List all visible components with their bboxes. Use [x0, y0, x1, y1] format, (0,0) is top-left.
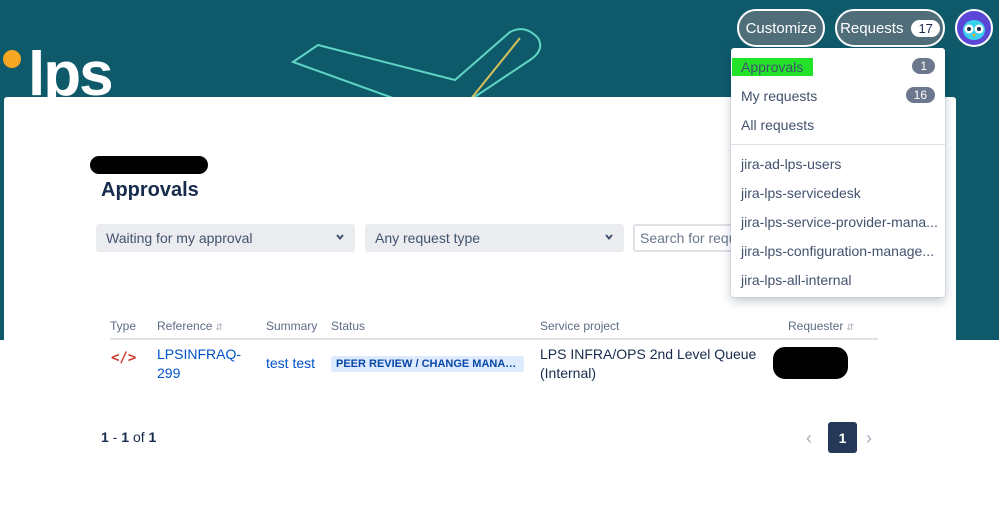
search-placeholder: Search for reque: [640, 230, 743, 246]
menu-item-group[interactable]: jira-lps-configuration-manage...: [731, 236, 945, 265]
column-header-summary: Summary: [266, 319, 318, 333]
page-title: Approvals: [101, 179, 199, 201]
current-page-button[interactable]: 1: [828, 422, 857, 453]
menu-item-label: jira-lps-servicedesk: [741, 184, 861, 201]
requests-count-badge: 17: [911, 19, 940, 37]
pagination-summary: 1 - 1 of 1: [101, 429, 157, 445]
menu-item-group[interactable]: jira-lps-servicedesk: [731, 178, 945, 207]
menu-item-label: jira-ad-lps-users: [741, 155, 842, 172]
chevron-down-icon: [336, 234, 344, 241]
redacted-breadcrumb: [90, 156, 208, 174]
request-reference-link[interactable]: LPSINFRAQ-299: [157, 345, 247, 383]
menu-item-label: All requests: [741, 116, 815, 133]
request-type-filter-value: Any request type: [375, 230, 481, 246]
menu-item-group[interactable]: jira-ad-lps-users: [731, 149, 945, 178]
search-input[interactable]: Search for reque: [633, 224, 743, 252]
requests-button[interactable]: Requests 17: [835, 9, 945, 47]
column-header-requester[interactable]: Requester ⇵: [788, 319, 854, 333]
menu-item-all-requests[interactable]: All requests: [731, 110, 945, 139]
column-header-type: Type: [110, 319, 137, 333]
sort-icon: ⇵: [215, 322, 223, 332]
service-project-name: LPS INFRA/OPS 2nd Level Queue (Internal): [540, 346, 757, 381]
code-icon: </>: [111, 350, 137, 366]
menu-item-label: jira-lps-all-internal: [741, 271, 852, 288]
my-requests-count-badge: 16: [905, 87, 935, 103]
owl-avatar-icon: [963, 20, 985, 40]
table-header-divider: [110, 338, 878, 340]
request-summary-link[interactable]: test test: [266, 355, 315, 371]
column-header-reference[interactable]: Reference ⇵: [157, 319, 223, 333]
user-avatar[interactable]: [955, 9, 993, 47]
requests-label: Requests: [840, 19, 904, 37]
menu-item-approvals[interactable]: Approvals 1: [731, 52, 945, 81]
approval-filter-value: Waiting for my approval: [106, 230, 253, 246]
menu-divider: [731, 144, 945, 145]
menu-item-label: jira-lps-configuration-manage...: [741, 242, 934, 259]
chevron-down-icon: [605, 234, 613, 241]
next-page-chevron-icon[interactable]: ›: [866, 428, 880, 448]
status-badge: PEER REVIEW / CHANGE MANAGE...: [331, 356, 524, 372]
column-header-service-project: Service project: [540, 319, 620, 333]
menu-item-group[interactable]: jira-lps-service-provider-mana...: [731, 207, 945, 236]
logo-dot: [3, 50, 21, 68]
approvals-count-badge: 1: [912, 58, 935, 74]
customize-label: Customize: [745, 19, 817, 37]
request-type-filter-select[interactable]: Any request type: [365, 224, 624, 252]
menu-item-label: My requests: [741, 87, 818, 104]
menu-item-label: Approvals: [732, 57, 814, 76]
requests-dropdown-menu: Approvals 1 My requests 16 All requests …: [731, 48, 945, 297]
menu-item-group[interactable]: jira-lps-all-internal: [731, 265, 945, 294]
menu-item-label: jira-lps-service-provider-mana...: [741, 213, 938, 230]
sort-icon: ⇵: [846, 322, 854, 332]
customize-button[interactable]: Customize: [737, 9, 825, 47]
column-header-status: Status: [331, 319, 366, 333]
approval-filter-select[interactable]: Waiting for my approval: [96, 224, 355, 252]
menu-item-my-requests[interactable]: My requests 16: [731, 81, 945, 110]
previous-page-chevron-icon[interactable]: ‹: [806, 428, 820, 448]
redacted-requester: [773, 347, 848, 379]
